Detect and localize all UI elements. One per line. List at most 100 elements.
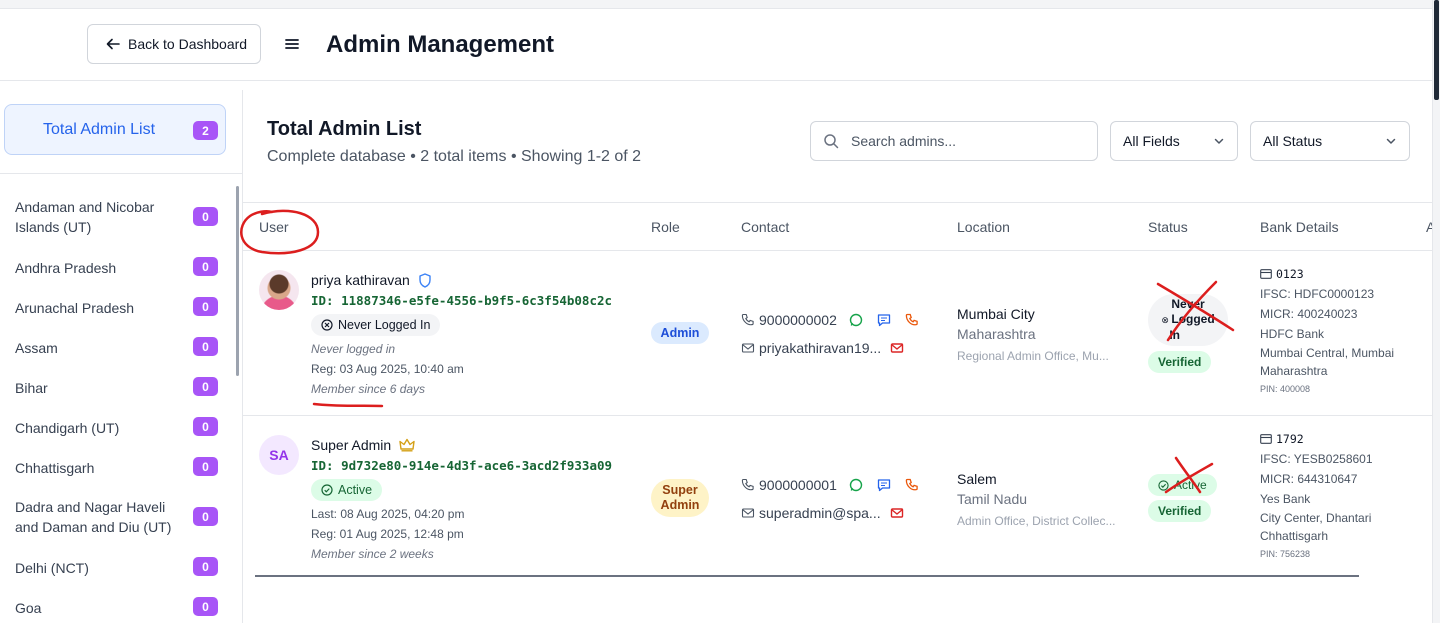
user-name: Super Admin xyxy=(311,437,415,453)
phone-number: 9000000001 xyxy=(759,477,837,493)
status-filter-value: All Status xyxy=(1263,133,1323,149)
status-text: Active xyxy=(1174,478,1207,492)
email-address: priyakathiravan19... xyxy=(759,340,882,356)
message-icon[interactable] xyxy=(877,313,891,327)
chevron-down-icon xyxy=(1214,138,1224,144)
micr-code: MICR: 644310647 xyxy=(1260,472,1358,486)
column-header-bank-details[interactable]: Bank Details xyxy=(1260,219,1339,235)
table-top-border xyxy=(243,202,1432,203)
sidebar-item-label: Delhi (NCT) xyxy=(15,560,89,577)
check-circle-icon xyxy=(321,484,333,496)
count-badge: 0 xyxy=(193,457,218,476)
count-badge: 0 xyxy=(193,507,218,526)
fields-filter-select[interactable]: All Fields xyxy=(1110,121,1238,161)
column-header-contact[interactable]: Contact xyxy=(741,219,789,235)
avatar: SA xyxy=(259,435,299,475)
status-badge: Never ⊗ Logged In xyxy=(1148,294,1228,346)
page-scrollbar-thumb[interactable] xyxy=(1434,0,1439,100)
email-line: superadmin@spa... xyxy=(741,503,881,523)
phone-number: 9000000002 xyxy=(759,312,837,328)
credit-card-icon xyxy=(1260,434,1272,444)
status-text-line: Logged xyxy=(1171,312,1215,326)
sidebar-item-label: Assam xyxy=(15,340,58,357)
member-since: Member since 2 weeks xyxy=(311,547,434,561)
status-filter-select[interactable]: All Status xyxy=(1250,121,1410,161)
column-header-location[interactable]: Location xyxy=(957,219,1010,235)
account-last-digits: 1792 xyxy=(1276,432,1304,446)
member-since: Member since 6 days xyxy=(311,382,426,396)
email-line: priyakathiravan19... xyxy=(741,338,881,358)
total-admin-list-label: Total Admin List xyxy=(43,121,156,138)
count-badge: 0 xyxy=(193,557,218,576)
send-mail-icon[interactable] xyxy=(890,341,904,355)
page-scrollbar[interactable] xyxy=(1432,0,1440,623)
sidebar-item-dadra-nagar-haveli[interactable]: Dadra and Nagar Haveli and Daman and Diu… xyxy=(15,497,225,537)
sidebar-item-label: Chandigarh (UT) xyxy=(15,420,120,437)
sidebar-item-chandigarh[interactable]: Chandigarh (UT) 0 xyxy=(15,417,225,437)
total-admin-list-item[interactable]: Total Admin List 2 xyxy=(4,104,226,155)
login-status-text: Active xyxy=(338,483,373,497)
count-badge: 0 xyxy=(193,207,218,226)
state-sidebar: Total Admin List 2 Andaman and Nicobar I… xyxy=(0,90,243,623)
sidebar-item-label: Andhra Pradesh xyxy=(15,260,117,277)
phone-icon xyxy=(741,478,754,491)
micr-code: MICR: 400240023 xyxy=(1260,307,1358,321)
whatsapp-icon[interactable] xyxy=(849,478,863,492)
sidebar-item-chhattisgarh[interactable]: Chhattisgarh 0 xyxy=(15,457,225,477)
account-last-digits: 0123 xyxy=(1276,267,1304,281)
bank-name: HDFC Bank xyxy=(1260,327,1325,341)
bank-details: 0123 IFSC: HDFC0000123 MICR: 400240023 H… xyxy=(1260,264,1394,398)
x-circle-icon xyxy=(321,319,333,331)
sidebar-item-bihar[interactable]: Bihar 0 xyxy=(15,377,225,397)
back-to-dashboard-label: Back to Dashboard xyxy=(128,36,248,52)
mail-icon xyxy=(741,343,755,353)
status-text-line: Never xyxy=(1171,297,1205,311)
shield-icon xyxy=(419,272,431,288)
browser-top-strip xyxy=(0,0,1432,9)
location-office: Admin Office, District Collec... xyxy=(957,514,1116,528)
fields-filter-value: All Fields xyxy=(1123,133,1180,149)
back-to-dashboard-button[interactable]: Back to Dashboard xyxy=(87,24,261,64)
sidebar-item-label: Andaman and Nicobar Islands (UT) xyxy=(15,199,155,235)
status-text-line: In xyxy=(1169,328,1180,342)
sidebar-item-label: Chhattisgarh xyxy=(15,460,95,477)
search-input[interactable] xyxy=(851,133,1081,149)
credit-card-icon xyxy=(1260,269,1272,279)
ifsc-code: IFSC: YESB0258601 xyxy=(1260,452,1373,466)
role-text-line: Super xyxy=(662,483,698,497)
message-icon[interactable] xyxy=(877,478,891,492)
sidebar-item-assam[interactable]: Assam 0 xyxy=(15,337,225,357)
registration-date: Reg: 01 Aug 2025, 12:48 pm xyxy=(311,527,464,541)
column-header-role[interactable]: Role xyxy=(651,219,680,235)
branch-state: Chhattisgarh xyxy=(1260,529,1329,543)
search-box[interactable] xyxy=(810,121,1098,161)
last-login: Last: 08 Aug 2025, 04:20 pm xyxy=(311,507,465,521)
column-header-status[interactable]: Status xyxy=(1148,219,1188,235)
hamburger-menu-icon[interactable] xyxy=(285,37,299,51)
call-icon[interactable] xyxy=(905,313,919,327)
count-badge: 0 xyxy=(193,597,218,616)
table-bottom-border xyxy=(255,575,1359,577)
call-icon[interactable] xyxy=(905,478,919,492)
count-badge: 0 xyxy=(193,297,218,316)
location-city: Salem xyxy=(957,471,997,487)
search-icon xyxy=(824,134,839,149)
location-office: Regional Admin Office, Mu... xyxy=(957,349,1109,363)
sidebar-item-delhi[interactable]: Delhi (NCT) 0 xyxy=(15,557,225,577)
sidebar-item-label: Dadra and Nagar Haveli and Daman and Diu… xyxy=(15,499,172,535)
whatsapp-icon[interactable] xyxy=(849,313,863,327)
registration-date: Reg: 03 Aug 2025, 10:40 am xyxy=(311,362,464,376)
user-id: ID: 9d732e80-914e-4d3f-ace6-3acd2f933a09 xyxy=(311,458,613,473)
status-badge: Active xyxy=(1148,474,1217,496)
sidebar-item-andhra-pradesh[interactable]: Andhra Pradesh 0 xyxy=(15,257,225,277)
column-header-user[interactable]: User xyxy=(259,219,289,235)
phone-icon xyxy=(741,313,754,326)
phone-line: 9000000002 xyxy=(741,310,837,330)
count-badge: 0 xyxy=(193,377,218,396)
sidebar-item-andaman[interactable]: Andaman and Nicobar Islands (UT) 0 xyxy=(15,197,225,237)
column-header-actions[interactable]: A xyxy=(1426,219,1432,235)
send-mail-icon[interactable] xyxy=(890,506,904,520)
sidebar-scrollbar[interactable] xyxy=(236,186,239,376)
sidebar-item-goa[interactable]: Goa 0 xyxy=(15,597,225,617)
sidebar-item-arunachal-pradesh[interactable]: Arunachal Pradesh 0 xyxy=(15,297,225,317)
